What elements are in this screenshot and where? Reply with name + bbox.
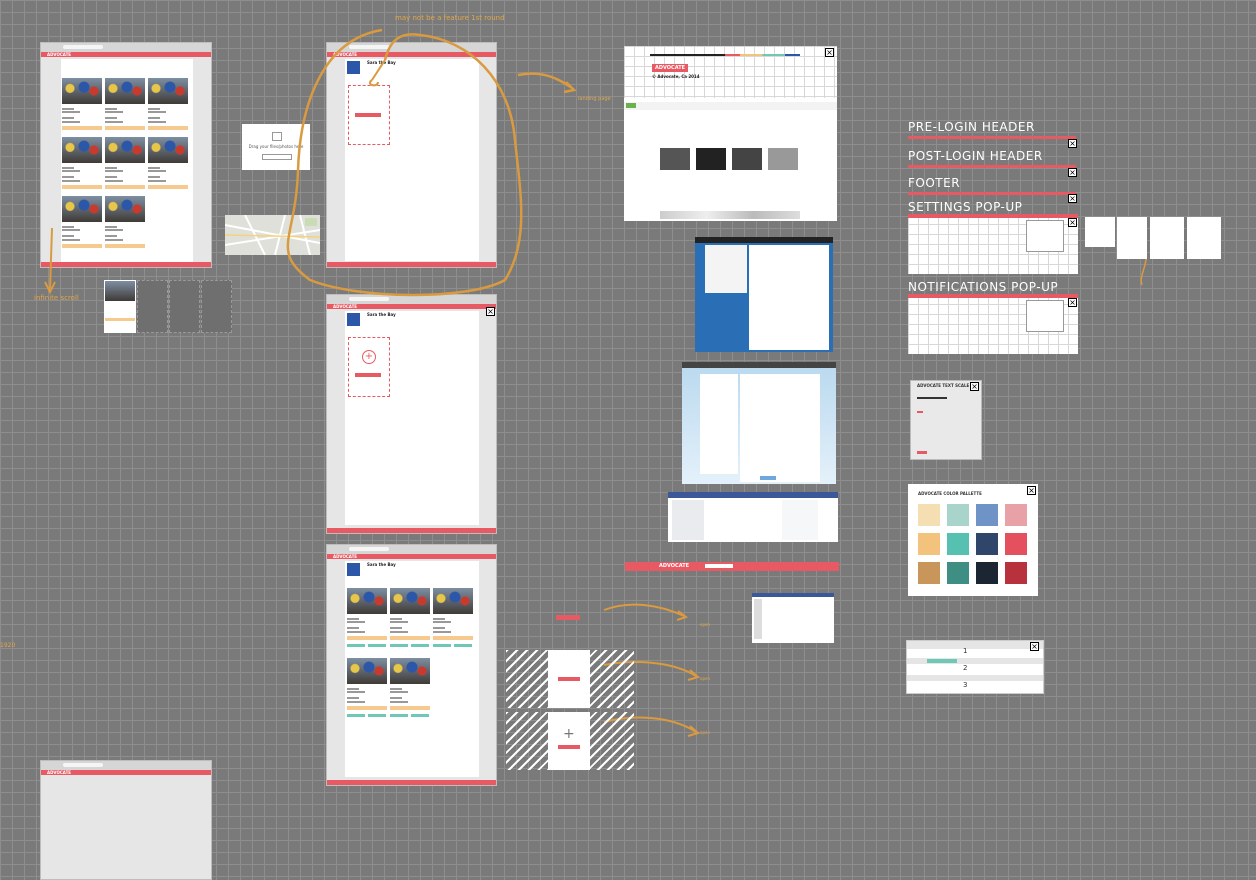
annotation-top-note: may not be a feature 1st round: [395, 14, 505, 22]
color-swatch: [976, 562, 998, 584]
heading-settings: SETTINGS POP-UP: [908, 200, 1023, 214]
color-swatch: [918, 504, 940, 526]
annotation-infinite-scroll: infinite scroll: [34, 294, 79, 302]
list-item-number: 1: [963, 647, 968, 655]
color-swatch: [947, 504, 969, 526]
annotation-open-2: open: [700, 676, 710, 681]
color-swatch: [1005, 504, 1027, 526]
settings-detail-1: [1085, 217, 1115, 247]
copyright-text: © Advocate, Ca 2014: [652, 74, 700, 79]
color-swatch: [947, 533, 969, 555]
color-swatch: [918, 562, 940, 584]
color-swatch: [1005, 533, 1027, 555]
landing-page-reference: ADVOCATE © Advocate, Ca 2014 ×: [624, 46, 837, 221]
list-item-number: 2: [963, 664, 968, 672]
red-tag: [556, 615, 580, 620]
color-swatch: [1005, 562, 1027, 584]
settings-reference: [682, 362, 836, 484]
close-icon[interactable]: ×: [1068, 218, 1077, 227]
nav-search-field[interactable]: [705, 564, 733, 568]
close-icon[interactable]: ×: [970, 382, 979, 391]
settings-detail-4: [1187, 217, 1221, 259]
upload-button[interactable]: [558, 745, 580, 749]
close-icon[interactable]: ×: [1068, 194, 1077, 203]
heading-pre-login: PRE-LOGIN HEADER: [908, 120, 1035, 134]
close-icon[interactable]: ×: [1027, 486, 1036, 495]
plus-icon[interactable]: +: [563, 726, 575, 742]
close-icon[interactable]: ×: [1068, 168, 1077, 177]
settings-detail-2: [1117, 217, 1147, 259]
brand-label: ADVOCATE: [652, 64, 688, 72]
annotation-open-3: open: [700, 730, 710, 735]
close-icon[interactable]: ×: [1030, 642, 1039, 651]
color-swatch: [918, 533, 940, 555]
color-palette-card: ADVOCATE COLOR PALLETTE: [908, 484, 1038, 596]
facebook-reference: [668, 492, 838, 542]
color-swatch: [976, 504, 998, 526]
advocate-nav-bar: ADVOCATE: [625, 562, 839, 571]
close-icon[interactable]: ×: [825, 48, 834, 57]
color-palette-title: ADVOCATE COLOR PALLETTE: [918, 491, 982, 496]
color-swatch: [947, 562, 969, 584]
close-icon[interactable]: ×: [1068, 139, 1077, 148]
notifications-popup-preview: [908, 294, 1078, 354]
annotation-landing-page: landing page: [578, 96, 611, 102]
numbered-list-card: 1 2 3: [906, 640, 1044, 694]
brand-label: ADVOCATE: [659, 563, 690, 569]
pre-login-header-bar: [908, 136, 1076, 139]
text-scale-card: ADVOCATE TEXT SCALE: [910, 380, 982, 460]
annotation-left-edge: 1920: [0, 642, 16, 649]
heading-post-login: POST-LOGIN HEADER: [908, 149, 1043, 163]
post-login-header-bar: [908, 165, 1076, 168]
heading-notifications: NOTIFICATIONS POP-UP: [908, 280, 1059, 294]
annotation-open-1: open: [700, 622, 710, 627]
settings-detail-3: [1150, 217, 1184, 259]
settings-popup-preview: [908, 214, 1078, 274]
upload-button[interactable]: [558, 677, 580, 681]
heading-footer: FOOTER: [908, 176, 961, 190]
list-item-number: 3: [963, 681, 968, 689]
twitter-reference: [695, 237, 833, 352]
footer-bar: [908, 192, 1076, 195]
facebook-small-reference: [752, 593, 834, 643]
color-swatch: [976, 533, 998, 555]
close-icon[interactable]: ×: [1068, 298, 1077, 307]
text-scale-title: ADVOCATE TEXT SCALE: [917, 383, 970, 388]
